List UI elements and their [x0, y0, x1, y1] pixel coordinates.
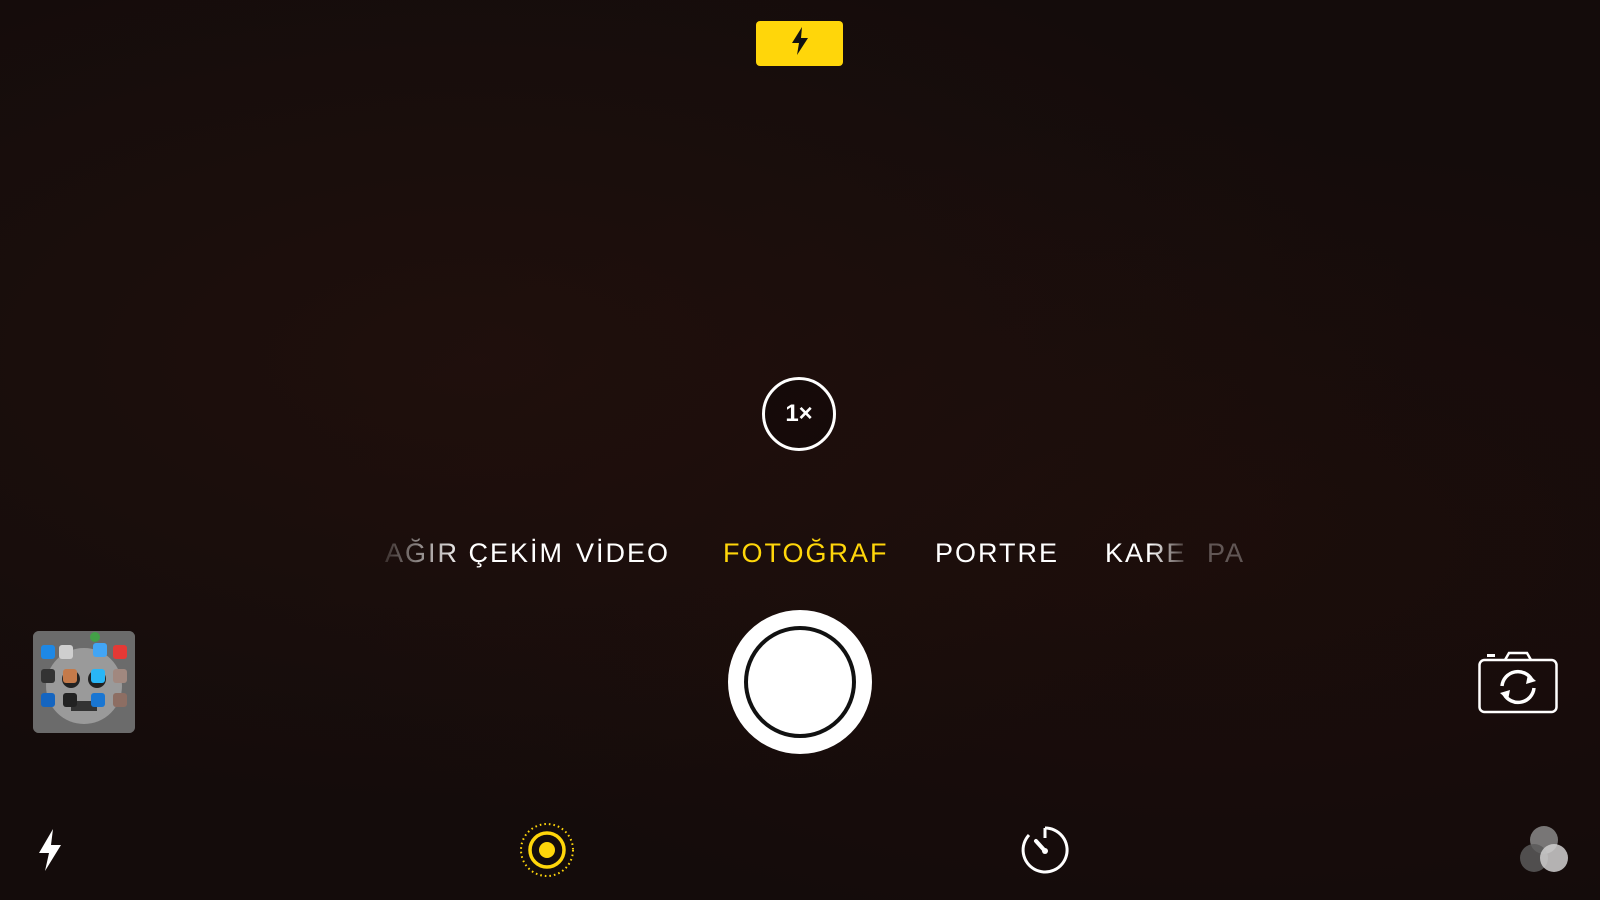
timer-button[interactable] — [1019, 824, 1071, 881]
filters-icon — [1516, 822, 1572, 883]
timer-icon — [1019, 824, 1071, 881]
mode-square[interactable]: KARE — [1105, 538, 1187, 569]
filters-button[interactable] — [1516, 824, 1572, 880]
flash-icon — [789, 26, 811, 61]
live-photo-icon — [519, 822, 575, 883]
shutter-inner-ring — [744, 626, 856, 738]
mode-portrait[interactable]: PORTRE — [935, 538, 1059, 569]
mode-slow-motion[interactable]: AĞIR ÇEKİM — [385, 538, 564, 569]
mode-video[interactable]: VİDEO — [576, 538, 670, 569]
mode-panorama[interactable]: PA — [1207, 538, 1245, 569]
mode-photo[interactable]: FOTOĞRAF — [723, 538, 889, 569]
shutter-button[interactable] — [728, 610, 872, 754]
zoom-button[interactable]: 1× — [762, 377, 836, 451]
live-photo-button[interactable] — [519, 822, 575, 883]
last-photo-thumbnail[interactable] — [33, 631, 135, 733]
camera-flip-icon — [1478, 651, 1558, 718]
camera-mode-selector[interactable]: AĞIR ÇEKİM VİDEO FOTOĞRAF PORTRE KARE PA — [385, 538, 1243, 574]
zoom-label: 1× — [785, 400, 813, 427]
flash-indicator-button[interactable] — [756, 21, 843, 66]
flash-toggle-button[interactable] — [30, 826, 70, 878]
flash-icon — [35, 827, 65, 878]
camera-flip-button[interactable] — [1478, 650, 1558, 714]
